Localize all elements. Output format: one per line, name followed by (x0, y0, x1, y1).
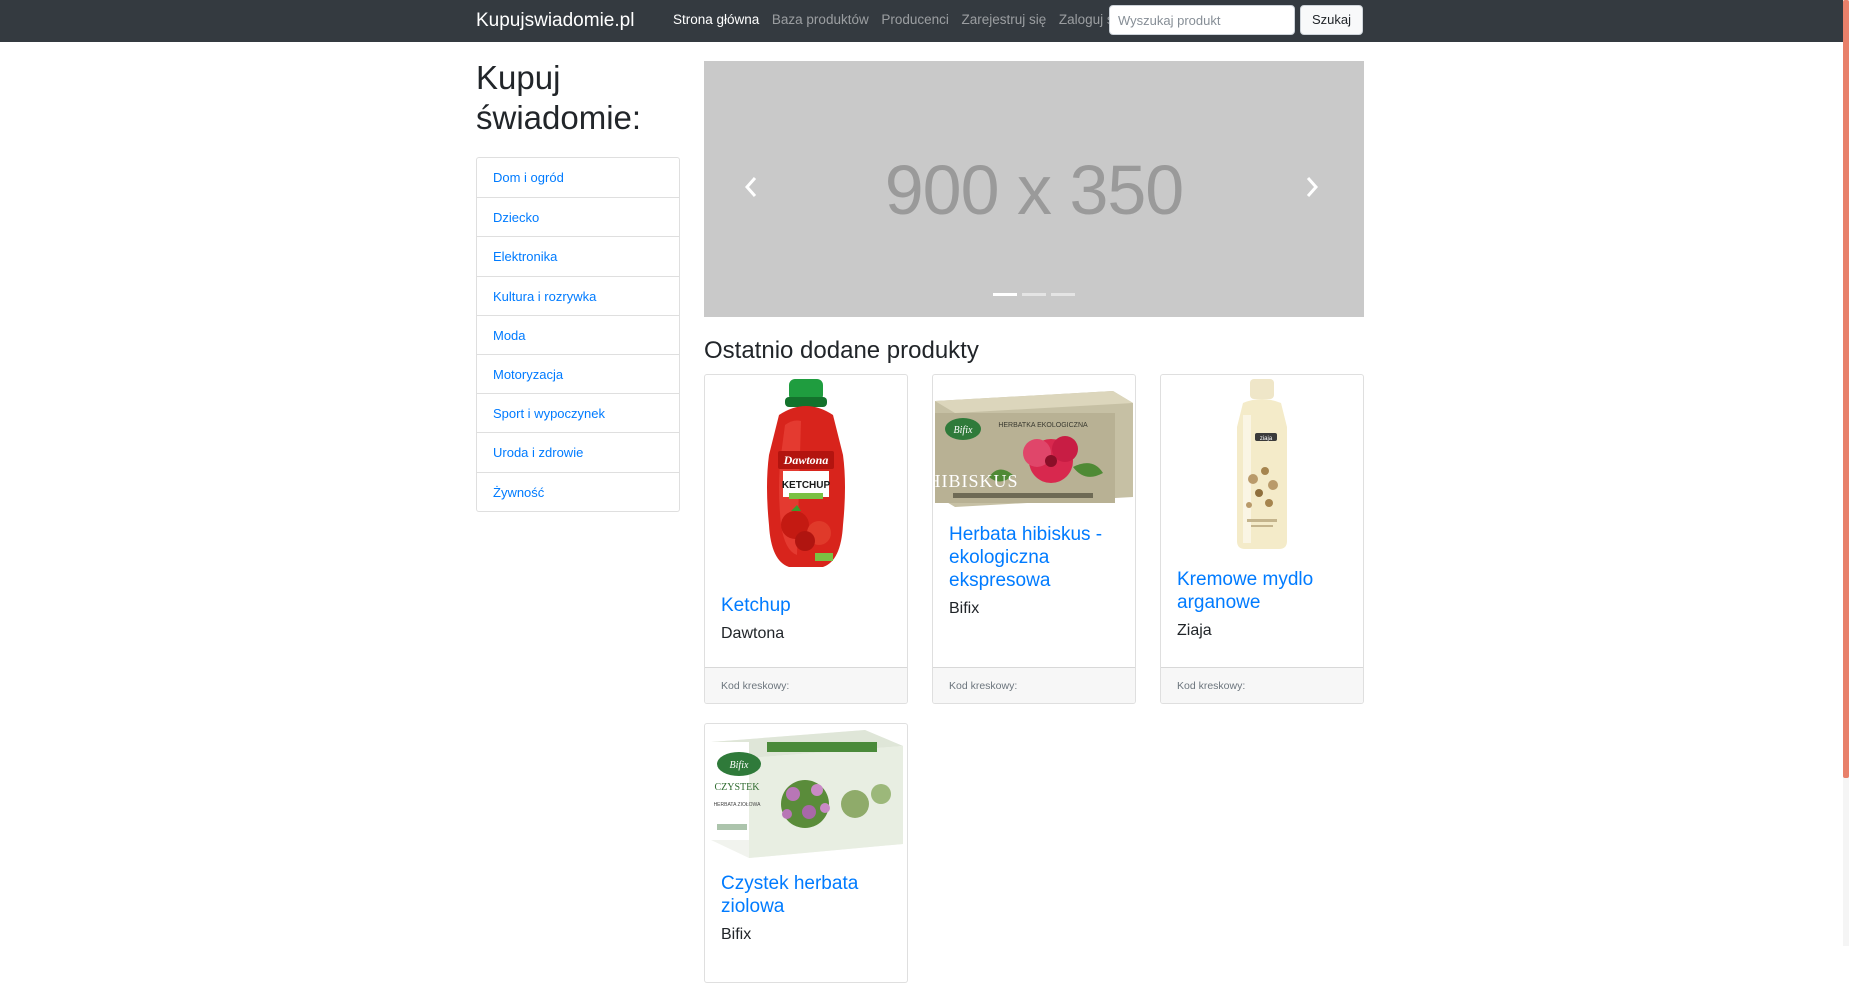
category-item-elektronika[interactable]: Elektronika (477, 236, 679, 275)
category-item-moda[interactable]: Moda (477, 314, 679, 354)
category-list: Dom i ogród Dziecko Elektronika Kultura … (476, 157, 680, 512)
category-item-dom-i-ogrod[interactable]: Dom i ogród (477, 158, 679, 197)
product-brand: Bifix (721, 926, 752, 943)
nav-link-home[interactable]: Strona główna (673, 12, 759, 27)
barcode-label: Kod kreskowy: (1161, 667, 1363, 703)
image-carousel[interactable]: 900 x 350 (704, 61, 1364, 317)
barcode-label: Kod kreskowy: (933, 667, 1135, 703)
scrollbar-thumb[interactable] (1843, 0, 1849, 778)
product-brand: Dawtona (721, 625, 785, 642)
product-brand: Ziaja (1177, 622, 1212, 639)
product-image-ketchup[interactable]: Dawtona KETCHUP (705, 375, 907, 575)
nav-link-product-database[interactable]: Baza produktów (772, 12, 869, 27)
chevron-left-icon[interactable] (744, 173, 758, 205)
nav-link-producers[interactable]: Producenci (881, 12, 949, 27)
carousel-indicator-2[interactable] (1022, 293, 1046, 296)
product-image-mydlo[interactable]: ziaja (1161, 375, 1363, 555)
product-image-hibiskus[interactable]: Bifix HERBATKA EKOLOGICZNA HIBISKUS (933, 375, 1135, 510)
product-card-ketchup: Dawtona KETCHUP Ketchup Dawtona Kod kres… (704, 374, 908, 704)
category-item-motoryzacja[interactable]: Motoryzacja (477, 353, 679, 393)
nav-links: Strona główna Baza produktów Producenci … (673, 12, 1137, 27)
category-item-sport-i-wypoczynek[interactable]: Sport i wypoczynek (477, 393, 679, 432)
barcode-label: Kod kreskowy: (705, 667, 907, 703)
sidebar-title: Kupuj świadomie: (476, 59, 642, 136)
carousel-indicator-1[interactable] (993, 293, 1017, 296)
ketchup-brand-text: Dawtona (783, 453, 829, 467)
search-input[interactable] (1109, 5, 1295, 35)
product-title[interactable]: Czystek herbata ziolowa (721, 872, 896, 918)
czystek-brand-text: Bifix (730, 760, 749, 771)
product-card-body: Kremowe mydlo arganowe Ziaja (1177, 568, 1352, 640)
product-card-body: Ketchup Dawtona (721, 594, 896, 643)
top-navbar: Kupujswiadomie.pl Strona główna Baza pro… (0, 0, 1849, 42)
czystek-sub-text: HERBATA ZIOŁOWA (714, 802, 762, 808)
category-item-kultura-i-rozrywka[interactable]: Kultura i rozrywka (477, 275, 679, 315)
soap-brand-text: ziaja (1260, 436, 1273, 442)
hibiskus-label-text: HIBISKUS (933, 471, 1019, 491)
product-brand: Bifix (949, 600, 980, 617)
product-title[interactable]: Kremowe mydlo arganowe (1177, 568, 1352, 614)
nav-link-register[interactable]: Zarejestruj się (961, 12, 1046, 27)
product-image-czystek[interactable]: Bifix CZYSTEK HERBATA ZIOŁOWA (705, 724, 907, 859)
product-card-body: Czystek herbata ziolowa Bifix (721, 872, 896, 944)
category-item-zywnosc[interactable]: Żywność (477, 471, 679, 511)
carousel-indicator-3[interactable] (1051, 293, 1075, 296)
product-title[interactable]: Herbata hibiskus - ekologiczna ekspresow… (949, 523, 1124, 592)
hibiskus-sub-text: HERBATKA EKOLOGICZNA (998, 422, 1088, 429)
product-card-mydlo: ziaja Kremowe mydlo arganowe Ziaja Kod k… (1160, 374, 1364, 704)
chevron-right-icon[interactable] (1305, 173, 1319, 205)
brand-logo[interactable]: Kupujswiadomie.pl (476, 10, 634, 32)
category-item-dziecko[interactable]: Dziecko (477, 197, 679, 236)
product-card-hibiskus: Bifix HERBATKA EKOLOGICZNA HIBISKUS Herb… (932, 374, 1136, 704)
carousel-indicators (993, 293, 1080, 296)
search-button[interactable]: Szukaj (1300, 5, 1363, 35)
product-card-czystek: Bifix CZYSTEK HERBATA ZIOŁOWA Czystek he… (704, 723, 908, 983)
section-title: Ostatnio dodane produkty (704, 337, 979, 364)
product-card-body: Herbata hibiskus - ekologiczna ekspresow… (949, 523, 1124, 618)
hibiskus-brand-text: Bifix (954, 425, 973, 436)
ketchup-label-text: KETCHUP (782, 480, 831, 491)
product-title[interactable]: Ketchup (721, 594, 896, 617)
carousel-placeholder-text: 900 x 350 (884, 151, 1184, 229)
category-item-uroda-i-zdrowie[interactable]: Uroda i zdrowie (477, 432, 679, 471)
czystek-label-text: CZYSTEK (715, 782, 761, 793)
